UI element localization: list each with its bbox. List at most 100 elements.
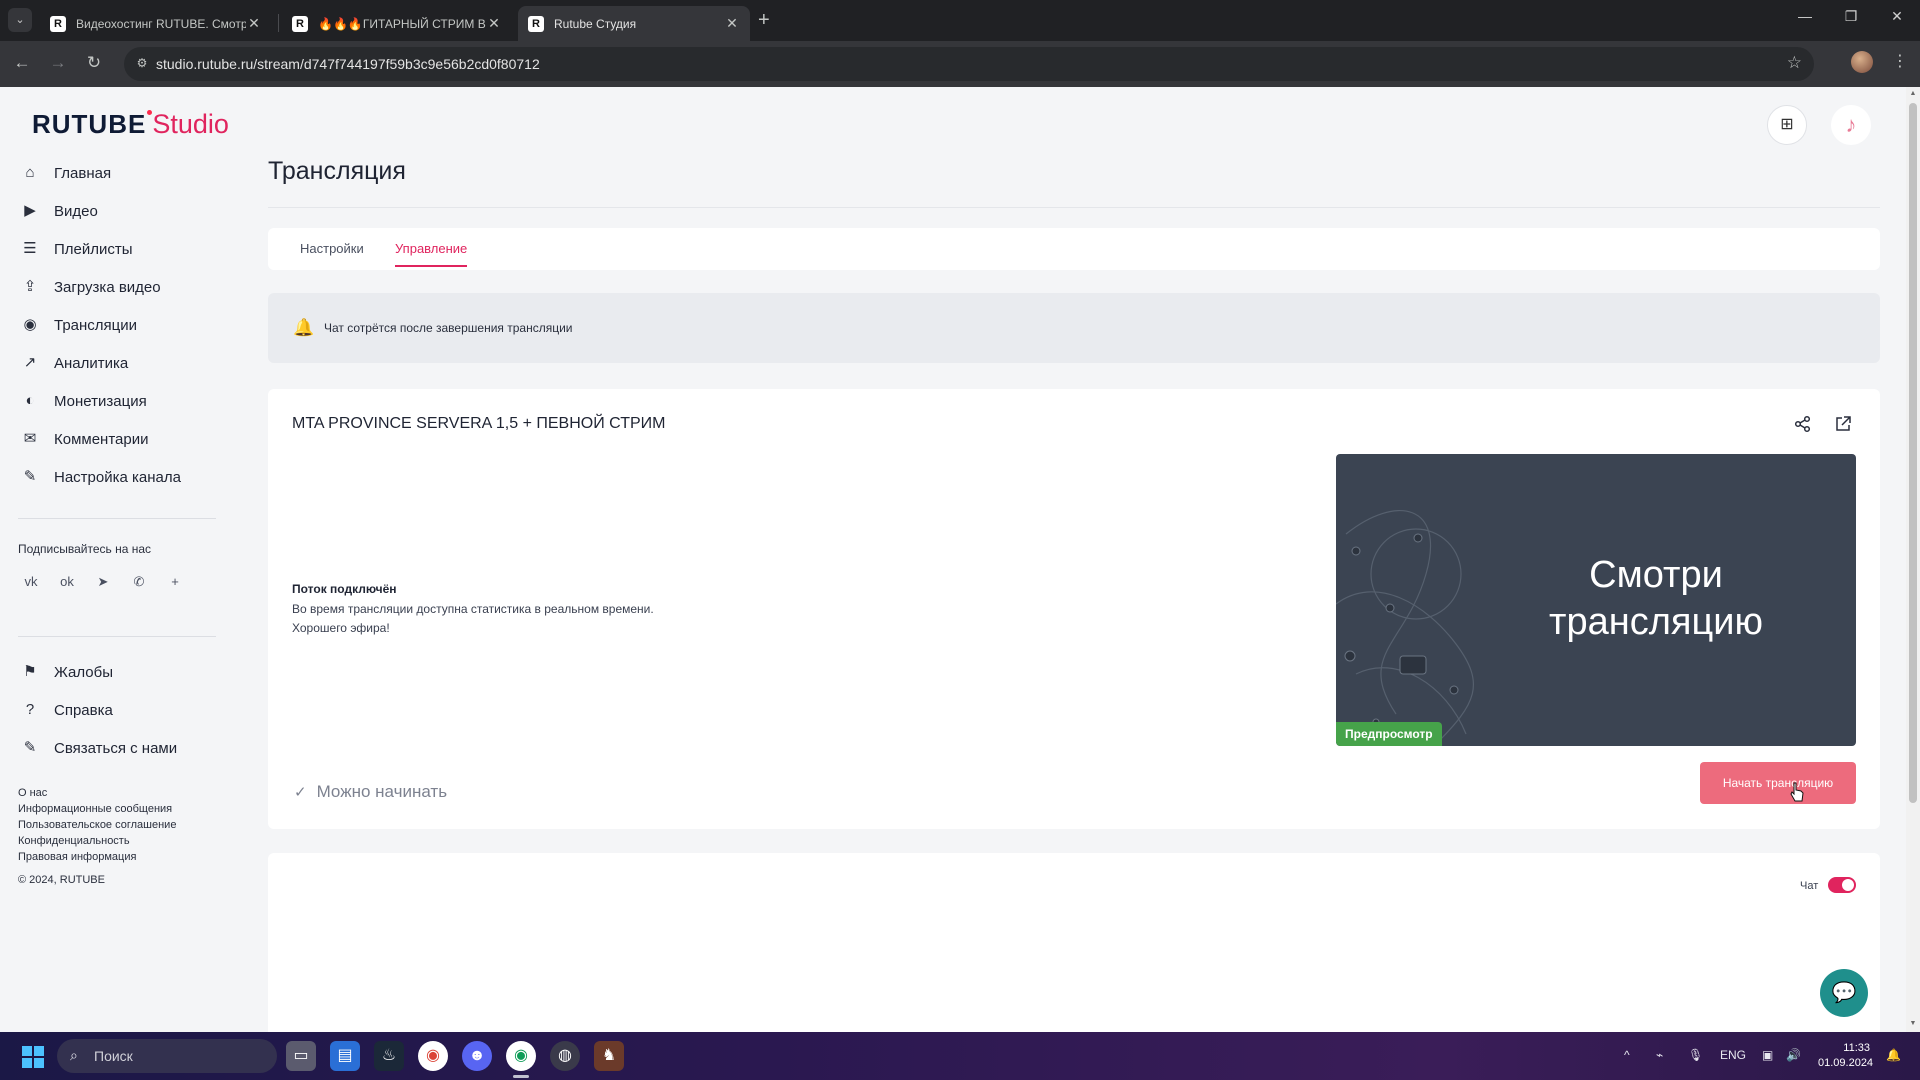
chat-toggle[interactable] — [1828, 877, 1856, 893]
vk-icon[interactable]: vk — [18, 569, 44, 595]
footer-link[interactable]: Информационные сообщения — [18, 801, 176, 817]
discord-icon[interactable]: ☻ — [462, 1041, 492, 1071]
browser-menu-icon[interactable]: ⋮ — [1892, 51, 1908, 71]
sidebar-divider — [18, 636, 216, 637]
sidebar-item[interactable]: ↗ Аналитика — [0, 344, 216, 382]
sidebar-item[interactable]: ⇪ Загрузка видео — [0, 268, 216, 306]
footer-links: О нас Информационные сообщения Пользовател… — [18, 785, 176, 865]
browser-tab[interactable]: R Видеохостинг RUTUBE. Смотрите ✕ — [40, 6, 272, 41]
ok-icon[interactable]: ok — [54, 569, 80, 595]
url-text[interactable]: studio.rutube.ru/stream/d747f744197f59b3… — [156, 56, 540, 72]
home-icon: ⌂ — [25, 164, 35, 181]
task-view-icon[interactable]: ▭ — [286, 1041, 316, 1071]
sidebar-item[interactable]: ☰ Плейлисты — [0, 230, 216, 268]
widgets-icon[interactable]: ▤ — [330, 1041, 360, 1071]
new-tab-icon[interactable]: + — [758, 9, 770, 31]
tab-management[interactable]: Управление — [395, 241, 468, 267]
tab-settings[interactable]: Настройки — [300, 241, 364, 256]
microphone-icon[interactable]: 🎙 — [1688, 1048, 1703, 1062]
share-icon[interactable] — [1794, 415, 1812, 438]
comments-icon: ✉ — [23, 430, 37, 447]
sidebar-item[interactable]: ⌂ Главная — [0, 154, 216, 192]
footer-link[interactable]: Пользовательское соглашение — [18, 817, 176, 833]
stream-preview[interactable]: Смотри трансляцию Предпросмотр — [1336, 454, 1856, 746]
search-icon: ⌕ — [70, 1047, 78, 1063]
create-button[interactable]: ⊞ — [1767, 105, 1807, 145]
browser-tab-title: 🔥🔥🔥ГИТАРНЫЙ СТРИМ В — [318, 16, 486, 31]
sidebar-secondary: ⚑ Жалобы? Справка ✎ Связаться с нами — [0, 653, 216, 767]
scroll-up-icon[interactable]: ▲ — [1909, 90, 1917, 97]
taskbar-clock[interactable]: 11:33 01.09.2024 — [1818, 1041, 1874, 1071]
bookmark-star-icon[interactable]: ☆ — [1787, 53, 1802, 73]
footer-link[interactable]: Правовая информация — [18, 849, 176, 865]
forward-icon[interactable]: → — [47, 53, 69, 73]
site-info-icon[interactable]: ⚙ — [134, 56, 150, 72]
more-icon[interactable]: + — [162, 569, 188, 595]
footer-link[interactable]: О нас — [18, 785, 176, 801]
close-tab-icon[interactable]: ✕ — [724, 15, 740, 32]
display-icon[interactable]: ▣ — [1762, 1048, 1773, 1062]
sidebar-item-label: Главная — [54, 164, 112, 182]
steam-icon[interactable]: ♨ — [374, 1041, 404, 1071]
ready-label: Можно начинать — [316, 782, 448, 801]
taskbar-search[interactable]: ⌕ Поиск — [57, 1039, 277, 1073]
upload-icon: ⇪ — [23, 278, 37, 295]
game-app-icon[interactable]: ♞ — [594, 1041, 624, 1071]
restore-icon[interactable]: ❐ — [1828, 8, 1874, 25]
tray-overflow-icon[interactable]: ^ — [1624, 1048, 1630, 1062]
sidebar-item[interactable]: ◐ Монетизация — [0, 382, 216, 420]
profile-avatar[interactable] — [1851, 51, 1873, 73]
close-tab-icon[interactable]: ✕ — [246, 15, 262, 32]
network-off-icon[interactable]: ⌁ — [1656, 1048, 1663, 1062]
sidebar-item[interactable]: ▶ Видео — [0, 192, 216, 230]
sidebar-item-label: Видео — [54, 202, 98, 220]
preview-badge: Предпросмотр — [1336, 722, 1442, 746]
volume-icon[interactable]: 🔊 — [1786, 1048, 1801, 1062]
reload-icon[interactable]: ↻ — [83, 53, 105, 73]
scroll-down-icon[interactable]: ▼ — [1909, 1020, 1917, 1027]
back-icon[interactable]: ← — [11, 53, 33, 73]
chat-bubbles-icon: 💬 — [1831, 982, 1857, 1004]
page-scrollbar[interactable]: ▲ ▼ — [1906, 87, 1920, 1032]
sidebar-item[interactable]: ◉ Трансляции — [0, 306, 216, 344]
sidebar-item[interactable]: ✉ Комментарии — [0, 420, 216, 458]
sidebar-item[interactable]: ? Справка — [0, 691, 216, 729]
browser-tab[interactable]: R 🔥🔥🔥ГИТАРНЫЙ СТРИМ В ✕ — [282, 6, 512, 41]
sidebar-item[interactable]: ⚑ Жалобы — [0, 653, 216, 691]
start-stream-button[interactable]: Начать трансляцию — [1700, 762, 1856, 804]
sidebar-item-label: Аналитика — [54, 354, 129, 372]
windows-start-icon[interactable] — [22, 1046, 44, 1068]
rutube-favicon-icon: R — [528, 15, 544, 32]
tab-search-icon[interactable]: ⌄ — [8, 8, 32, 32]
sidebar-item[interactable]: ✎ Связаться с нами — [0, 729, 216, 767]
browser-tab-title: Rutube Студия — [554, 16, 637, 31]
notifications-icon[interactable]: 🔔 — [1886, 1048, 1901, 1062]
close-tab-icon[interactable]: ✕ — [486, 15, 502, 32]
footer-link[interactable]: Конфиденциальность — [18, 833, 176, 849]
minimize-icon[interactable]: — — [1782, 8, 1828, 24]
stream-status-title: Поток подключён — [292, 582, 397, 596]
chrome-profile-icon[interactable]: ◉ — [506, 1041, 536, 1071]
telegram-icon[interactable]: ➤ — [90, 569, 116, 595]
open-external-icon[interactable] — [1834, 415, 1852, 438]
clock-date: 01.09.2024 — [1818, 1057, 1874, 1069]
sidebar-item-label: Трансляции — [54, 316, 138, 334]
chrome-icon[interactable]: ◉ — [418, 1041, 448, 1071]
language-indicator[interactable]: ENG — [1720, 1048, 1746, 1062]
obs-icon[interactable]: ◍ — [550, 1041, 580, 1071]
stream-status-line: Во время трансляции доступна статистика … — [292, 602, 654, 616]
sidebar-item[interactable]: ✎ Настройка канала — [0, 458, 216, 496]
viber-icon[interactable]: ✆ — [126, 569, 152, 595]
rutube-studio-logo[interactable]: RUTUBE Studio — [32, 109, 229, 140]
logo-brand: RUTUBE — [32, 109, 153, 140]
close-window-icon[interactable]: ✕ — [1874, 8, 1920, 25]
sidebar-item-label: Жалобы — [54, 663, 113, 681]
check-icon: ✓ — [294, 784, 307, 801]
support-chat-button[interactable]: 💬 — [1820, 969, 1868, 1017]
sidebar-item-label: Настройка канала — [54, 468, 181, 486]
browser-tab-active[interactable]: R Rutube Студия ✕ — [518, 6, 750, 41]
sidebar-item-label: Связаться с нами — [54, 739, 178, 757]
address-bar[interactable]: ⚙ studio.rutube.ru/stream/d747f744197f59… — [124, 47, 1814, 81]
scroll-thumb[interactable] — [1909, 103, 1917, 803]
channel-avatar[interactable]: ♪ — [1831, 105, 1871, 145]
